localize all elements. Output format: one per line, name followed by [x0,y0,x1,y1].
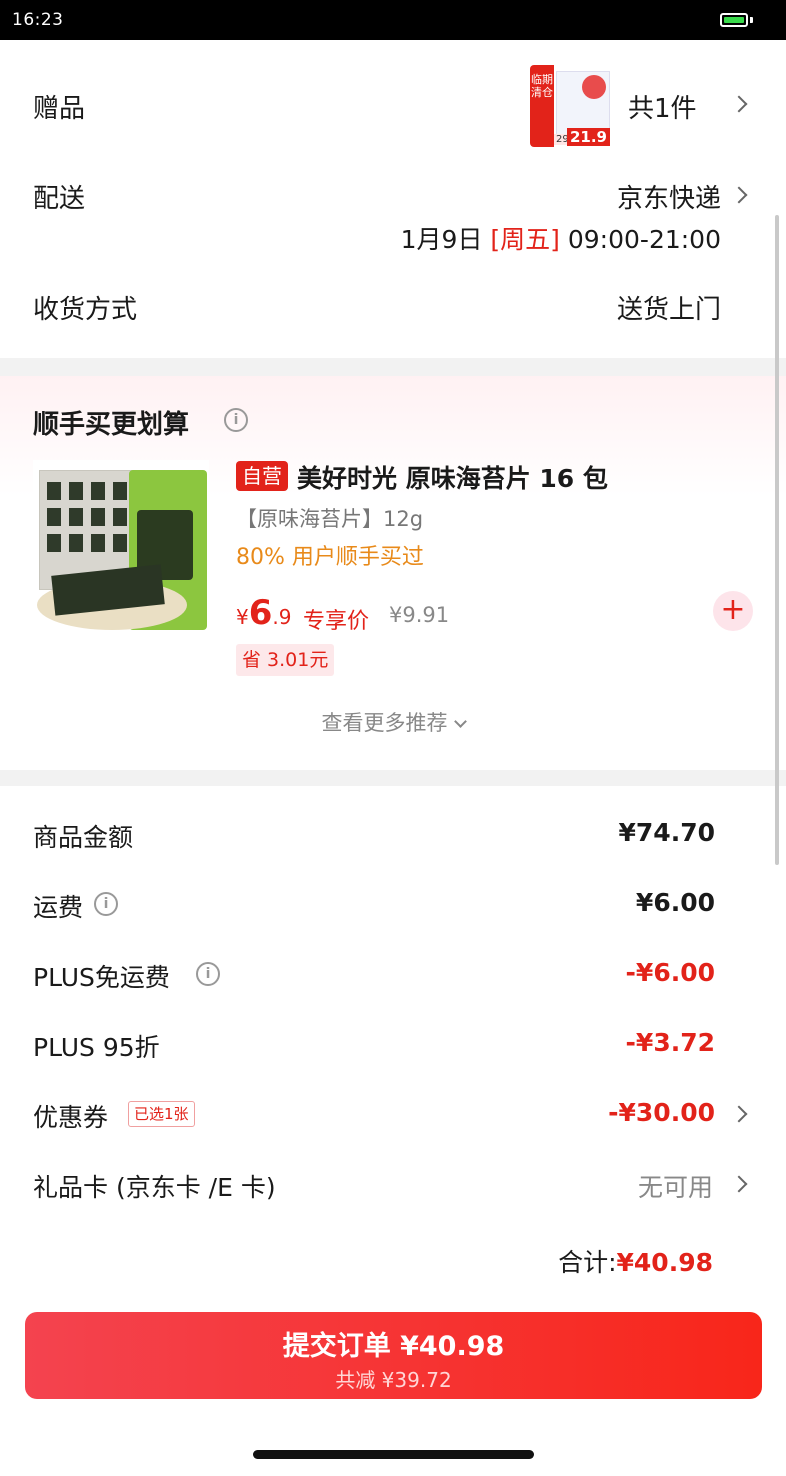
section-divider-2 [0,770,786,786]
status-bar: 16:23 [0,0,786,40]
scrollbar[interactable] [775,215,779,865]
giftcard-label: 礼品卡 (京东卡 /E 卡) [33,1173,276,1202]
price-decimal: .9 [272,605,292,629]
receive-value: 送货上门 [616,295,721,325]
gift-thumbnail[interactable]: 临期清仓 29.9 21.9 [530,65,612,147]
gift-label: 赠品 [33,94,86,124]
price-integer: 6 [248,593,273,633]
plus-info-icon[interactable]: i [196,962,220,986]
original-price: ¥9.91 [389,603,450,627]
plus-free-shipping-label: PLUS免运费 [33,963,170,992]
exclusive-price-label: 专享价 [303,609,370,634]
gift-chevron-right-icon[interactable] [730,95,748,113]
self-operated-badge: 自营 [236,461,288,491]
coupon-chevron-right-icon[interactable] [730,1105,748,1123]
submit-order-savings: 共减 ¥39.72 [335,1368,452,1392]
delivery-method: 京东快递 [616,184,721,214]
gift-count: 共1件 [628,94,697,124]
more-recommendations-link[interactable]: 查看更多推荐 [0,707,786,737]
delivery-weekday: [周五] [490,225,560,254]
plus-discount-label: PLUS 95折 [33,1033,160,1062]
shipping-value: ¥6.00 [635,888,715,917]
delivery-time: 1月9日 [周五] 09:00-21:00 [401,220,721,256]
info-icon[interactable]: i [224,408,248,432]
total-line: 合计:¥40.98 [558,1243,713,1279]
delivery-label: 配送 [33,184,86,214]
product-bought-hint: 80% 用户顺手买过 [236,545,424,570]
save-amount-badge: 省 3.01元 [236,644,335,676]
chevron-down-icon [453,715,467,728]
gift-box-decoration [582,75,606,99]
coupon-value: -¥30.00 [608,1098,715,1127]
giftcard-chevron-right-icon[interactable] [730,1175,748,1193]
delivery-chevron-right-icon[interactable] [730,186,748,204]
section-divider [0,358,786,376]
recommend-title: 顺手买更划算 [33,410,190,440]
battery-icon [720,13,748,27]
more-recommendations-label: 查看更多推荐 [321,711,448,735]
status-time: 16:23 [12,10,64,30]
plus-discount-value: -¥3.72 [625,1028,715,1057]
shipping-label: 运费 [33,893,84,922]
product-spec: 【原味海苔片】12g [236,507,424,531]
shipping-info-icon[interactable]: i [94,892,118,916]
delivery-time-range: 09:00-21:00 [567,225,721,254]
plus-free-shipping-value: -¥6.00 [625,958,715,987]
coupon-selected-badge: 已选1张 [128,1101,195,1127]
coupon-label: 优惠券 [33,1103,109,1132]
giftcard-value: 无可用 [637,1173,713,1202]
goods-amount-label: 商品金额 [33,823,134,852]
gift-thumb-price-new: 21.9 [566,128,610,146]
delivery-date: 1月9日 [400,225,483,254]
receive-label: 收货方式 [33,295,138,325]
add-to-order-button[interactable]: + [713,591,753,631]
product-image[interactable] [33,460,209,636]
total-label: 合计: [558,1248,617,1277]
home-indicator[interactable] [253,1450,534,1459]
submit-order-label: 提交订单 ¥40.98 [282,1331,505,1362]
price-currency: ¥ [236,605,249,629]
product-price: ¥6.9 [236,593,292,633]
submit-order-button[interactable]: 提交订单 ¥40.98 共减 ¥39.72 [25,1312,762,1399]
total-amount: ¥40.98 [616,1248,713,1277]
goods-amount-value: ¥74.70 [618,818,715,847]
gift-tag: 临期清仓 [530,65,554,147]
battery-cap [750,17,753,23]
product-name[interactable]: 美好时光 原味海苔片 16 包 [297,459,608,495]
